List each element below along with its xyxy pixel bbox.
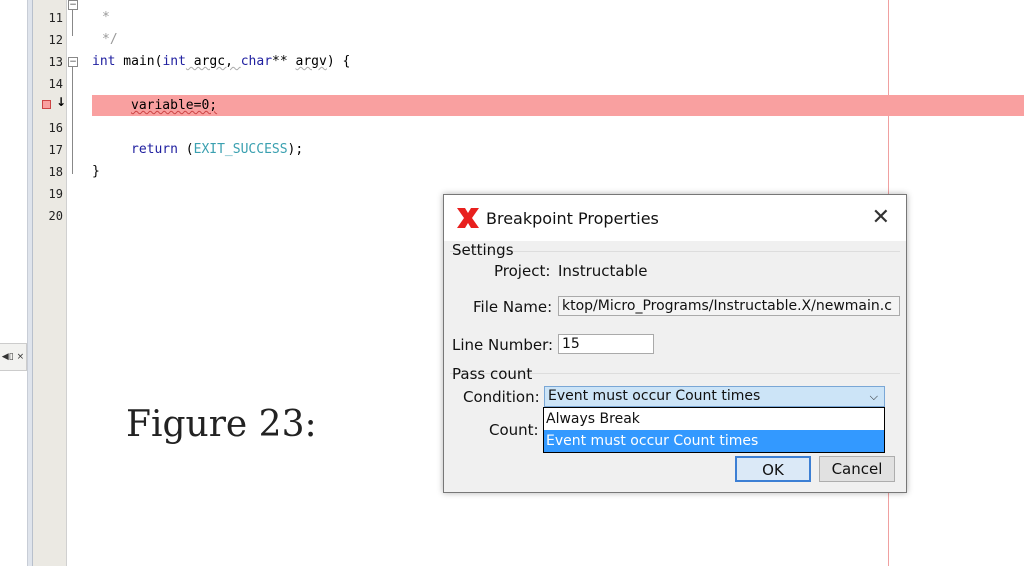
breakpoint-icon[interactable] (42, 100, 51, 109)
project-value: Instructable (558, 262, 648, 280)
minimize-icon[interactable]: ◀▯ (2, 352, 14, 362)
panel-tab[interactable]: ◀▯ × (0, 343, 27, 371)
code-line[interactable]: int main(int argc, char** argv) { (92, 51, 350, 73)
left-panel (0, 0, 28, 566)
settings-label: Settings (452, 241, 514, 259)
count-label: Count: (489, 421, 539, 439)
condition-value: Event must occur Count times (548, 388, 761, 404)
condition-dropdown[interactable]: Event must occur Count times ⌵ (544, 386, 885, 407)
pass-count-label: Pass count (452, 365, 533, 383)
line-number: 16 (48, 121, 63, 135)
close-icon[interactable]: ✕ (872, 205, 890, 230)
code-line[interactable]: variable=0; (131, 95, 217, 117)
fold-line (72, 67, 73, 174)
option-event-count[interactable]: Event must occur Count times (544, 430, 884, 452)
line-number-field[interactable]: 15 (558, 334, 654, 354)
close-icon[interactable]: × (17, 352, 25, 362)
arrow-down-icon: ↓ (56, 95, 67, 109)
chevron-down-icon: ⌵ (869, 390, 878, 403)
fold-toggle-icon[interactable]: − (68, 0, 78, 10)
line-number: 18 (48, 165, 63, 179)
condition-label: Condition: (463, 388, 540, 406)
cancel-button[interactable]: Cancel (819, 456, 895, 482)
dialog-title: Breakpoint Properties (486, 208, 659, 228)
project-label: Project: (494, 262, 551, 280)
line-number: 20 (48, 209, 63, 223)
fold-toggle-icon[interactable]: − (68, 57, 78, 67)
line-number: 13 (48, 55, 63, 69)
condition-options-list[interactable]: Always Break Event must occur Count time… (543, 407, 885, 453)
title-bar[interactable]: Breakpoint Properties (444, 195, 906, 241)
line-number: 11 (48, 11, 63, 25)
file-name-label: File Name: (473, 298, 553, 316)
line-number: 17 (48, 143, 63, 157)
breakpoint-properties-dialog: Breakpoint Properties ✕ Settings Project… (443, 194, 907, 493)
figure-caption: Figure 23: (126, 404, 317, 445)
code-line[interactable]: } (92, 161, 100, 183)
file-name-field[interactable]: ktop/Micro_Programs/Instructable.X/newma… (558, 296, 900, 316)
option-always-break[interactable]: Always Break (544, 408, 884, 430)
line-number-label: Line Number: (452, 336, 554, 354)
breakpoint-line-highlight (92, 95, 1024, 116)
line-number: 14 (48, 77, 63, 91)
code-line[interactable]: return (EXIT_SUCCESS); (131, 139, 303, 161)
code-line[interactable]: * (102, 7, 110, 29)
line-number: 19 (48, 187, 63, 201)
app-logo-icon (457, 208, 479, 228)
ok-button[interactable]: OK (735, 456, 811, 482)
code-line[interactable]: */ (102, 29, 118, 51)
line-number: 12 (48, 33, 63, 47)
